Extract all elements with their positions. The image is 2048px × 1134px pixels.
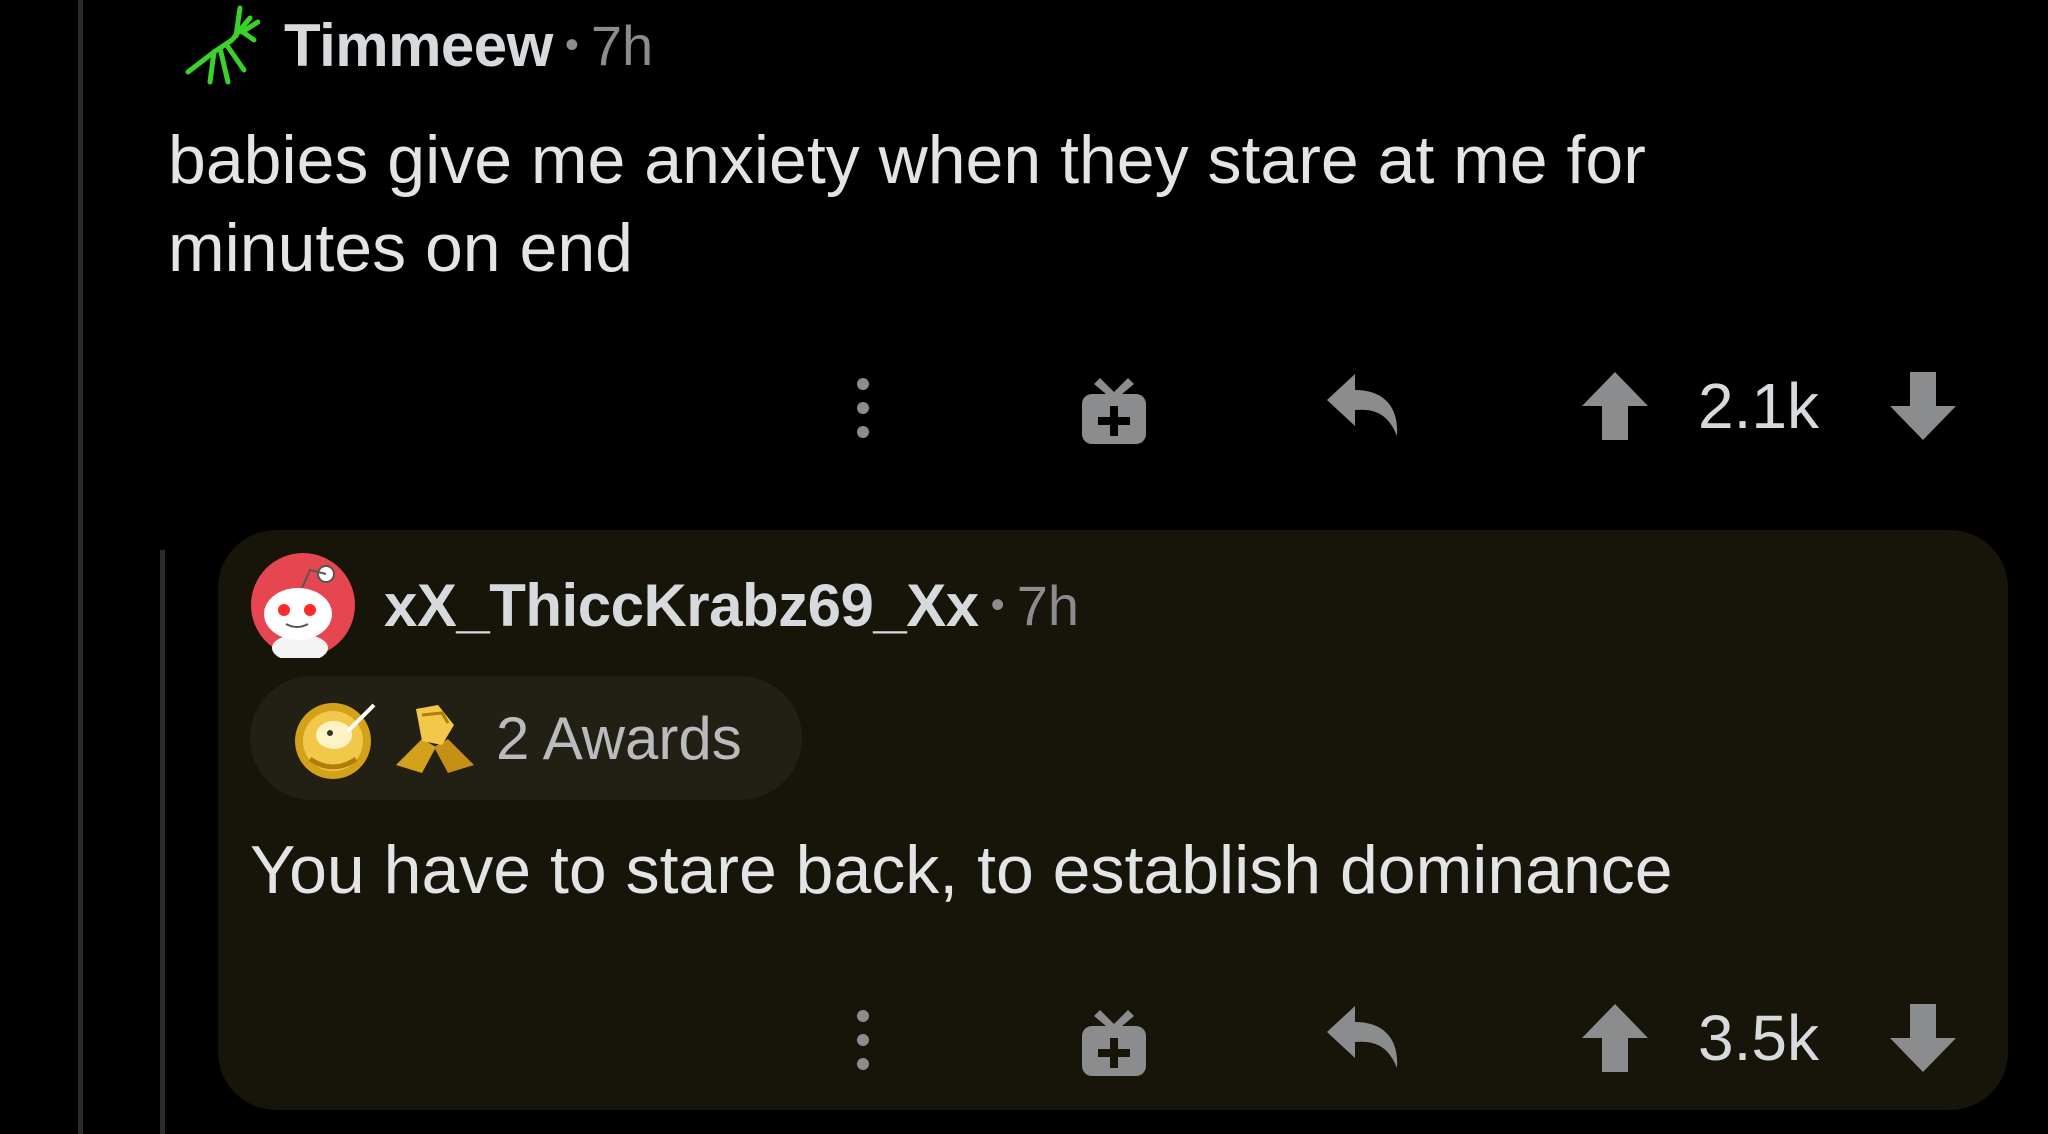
comment-time: 7h (590, 13, 654, 77)
separator-dot: • (564, 22, 579, 67)
reply-header: xX_ThiccKrabz69_Xx • 7h (250, 550, 1079, 660)
more-options-icon[interactable] (848, 1008, 878, 1072)
downvote-arrow-icon[interactable] (1888, 370, 1958, 442)
awards-badge[interactable]: 2 Awards (250, 676, 802, 800)
upvote-arrow-icon[interactable] (1580, 1002, 1650, 1074)
vote-score: 2.1k (1698, 370, 1819, 442)
green-mantis-avatar-icon[interactable] (180, 0, 260, 90)
reply-body: You have to stare back, to establish dom… (250, 832, 1673, 908)
separator-dot: • (990, 582, 1005, 627)
comment-actions: 2.1k (0, 356, 2048, 456)
comment-body: babies give me anxiety when they stare a… (168, 122, 1646, 286)
reply-arrow-icon[interactable] (1325, 370, 1405, 440)
gift-award-icon[interactable] (1080, 1006, 1148, 1078)
comment-author[interactable]: Timmeew (284, 11, 553, 80)
downvote-arrow-icon[interactable] (1888, 1002, 1958, 1074)
reply-arrow-icon[interactable] (1325, 1002, 1405, 1072)
reply-author[interactable]: xX_ThiccKrabz69_Xx (384, 571, 979, 640)
gold-bird-award-icon (290, 695, 376, 781)
reply-time: 7h (1016, 573, 1079, 637)
reply-actions: 3.5k (0, 988, 2048, 1088)
snoo-avatar-icon[interactable] (250, 552, 356, 658)
handshake-award-icon (392, 695, 478, 781)
awards-count-label: 2 Awards (496, 704, 742, 772)
more-options-icon[interactable] (848, 376, 878, 440)
thread-line[interactable] (78, 0, 83, 1134)
comment-header: Timmeew • 7h (180, 0, 653, 90)
vote-score: 3.5k (1698, 1002, 1819, 1074)
gift-award-icon[interactable] (1080, 374, 1148, 446)
upvote-arrow-icon[interactable] (1580, 370, 1650, 442)
